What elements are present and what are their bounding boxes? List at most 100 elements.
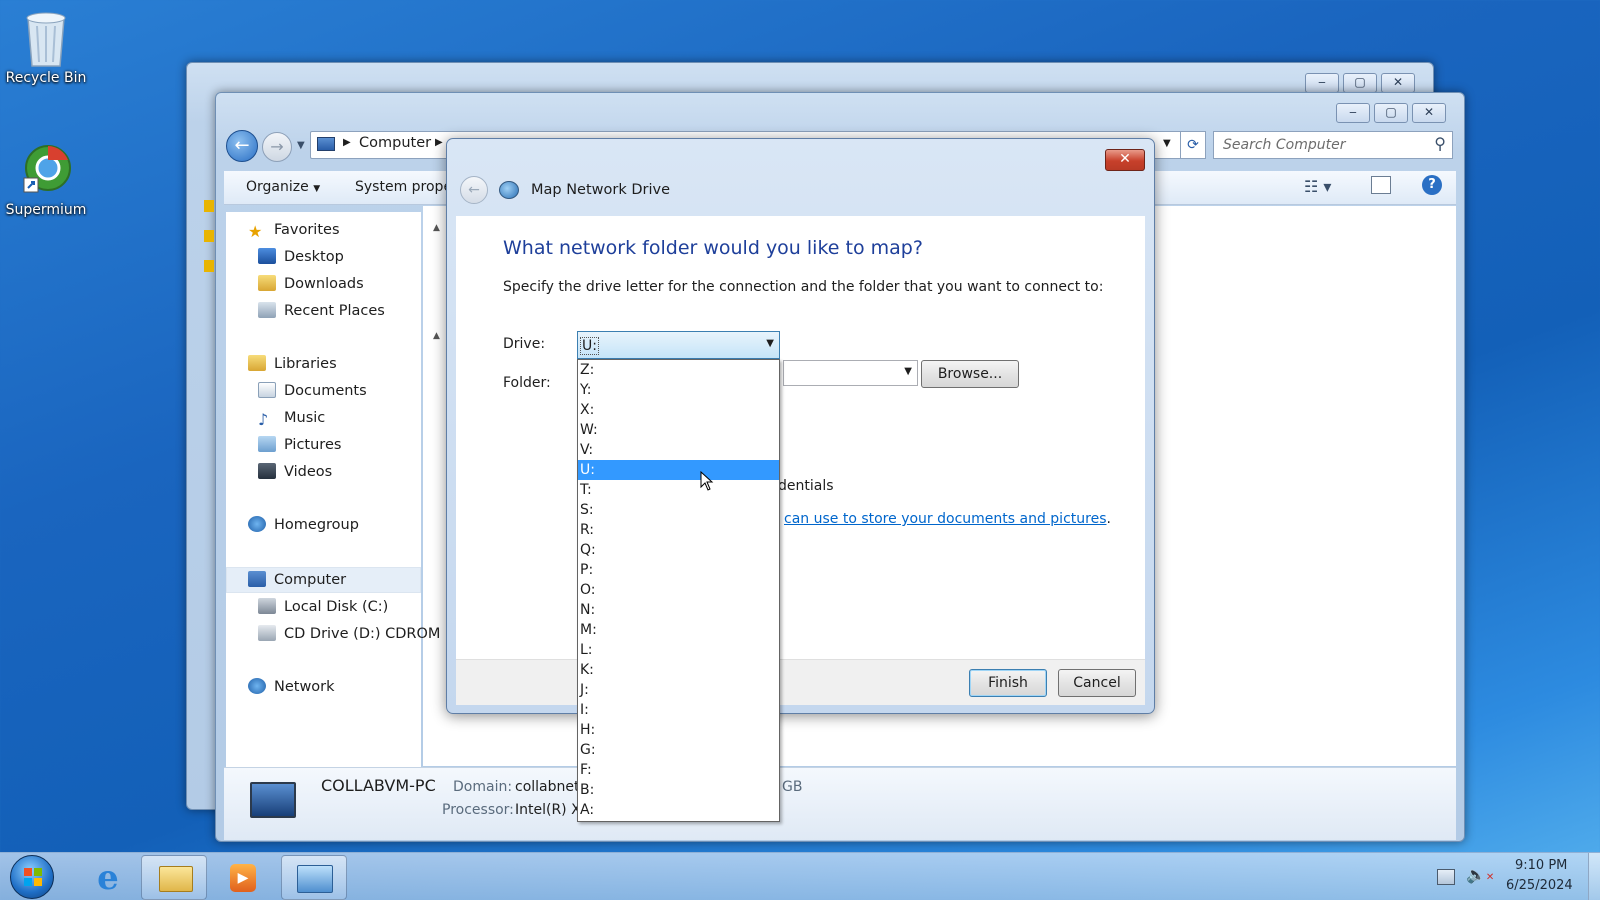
network-drive-icon xyxy=(499,181,519,199)
drive-option[interactable]: F: xyxy=(578,760,779,780)
show-desktop-button[interactable] xyxy=(1588,853,1600,900)
taskbar-internet-explorer[interactable]: e xyxy=(74,855,140,900)
videos-icon xyxy=(258,463,276,479)
nav-pictures[interactable]: Pictures xyxy=(258,432,341,458)
system-properties-button[interactable]: System prope xyxy=(355,179,452,195)
nav-recent-places[interactable]: Recent Places xyxy=(258,298,385,324)
drive-option[interactable]: A: xyxy=(578,800,779,820)
recycle-bin-desktop-icon[interactable]: Recycle Bin xyxy=(0,8,94,86)
drive-option[interactable]: W: xyxy=(578,420,779,440)
storage-link[interactable]: can use to store your documents and pict… xyxy=(784,511,1107,527)
nav-videos[interactable]: Videos xyxy=(258,459,332,485)
dialog-back-button[interactable]: ← xyxy=(460,176,488,204)
computer-large-icon xyxy=(250,782,296,818)
refresh-button[interactable]: ⟳ xyxy=(1180,131,1206,159)
drive-option[interactable]: J: xyxy=(578,680,779,700)
nav-label: Documents xyxy=(284,383,367,399)
drive-option[interactable]: O: xyxy=(578,580,779,600)
pc-name: COLLABVM-PC xyxy=(321,776,436,795)
recent-pages-chevron-icon[interactable]: ▼ xyxy=(297,140,305,151)
nav-homegroup[interactable]: Homegroup xyxy=(248,512,359,538)
taskbar-media-player[interactable]: ▶ xyxy=(208,855,274,900)
change-view-icon[interactable]: ☷ ▾ xyxy=(1304,177,1331,196)
drive-option[interactable]: Z: xyxy=(578,360,779,380)
close-button[interactable]: ✕ xyxy=(1381,73,1415,93)
arrow-right-icon: → xyxy=(270,137,284,156)
clock-time[interactable]: 9:10 PM xyxy=(1515,858,1567,873)
browse-button[interactable]: Browse... xyxy=(921,360,1019,388)
network-status-icon[interactable] xyxy=(1437,869,1455,885)
drive-option[interactable]: G: xyxy=(578,740,779,760)
clock-date[interactable]: 6/25/2024 xyxy=(1506,878,1573,893)
drive-option[interactable]: H: xyxy=(578,720,779,740)
cancel-button[interactable]: Cancel xyxy=(1058,669,1136,697)
drive-option[interactable]: I: xyxy=(578,700,779,720)
organize-menu[interactable]: Organize ▼ xyxy=(246,179,320,195)
pictures-icon xyxy=(258,436,276,452)
volume-muted-icon[interactable]: 🔈✕ xyxy=(1466,865,1494,884)
supermium-browser-icon xyxy=(20,140,72,198)
search-box[interactable]: Search Computer ⚲ xyxy=(1213,131,1453,159)
nav-label: Network xyxy=(274,679,335,695)
minimize-button[interactable]: ‒ xyxy=(1305,73,1339,93)
drive-option[interactable]: Q: xyxy=(578,540,779,560)
nav-desktop[interactable]: Desktop xyxy=(258,244,344,270)
arrow-left-icon: ← xyxy=(468,182,480,198)
close-button[interactable]: ✕ xyxy=(1412,103,1446,123)
maximize-button[interactable]: ▢ xyxy=(1343,73,1377,93)
nav-scroll-up-icon[interactable]: ▲ xyxy=(433,223,440,233)
drive-option[interactable]: S: xyxy=(578,500,779,520)
star-icon: ★ xyxy=(248,222,263,241)
desktop-icon xyxy=(258,248,276,264)
drive-option[interactable]: N: xyxy=(578,600,779,620)
drive-option[interactable]: T: xyxy=(578,480,779,500)
drive-dropdown-list: Z: Y: X: W: V: U: T: S: R: Q: P: O: N: M: L: K: J: I: H: G:… xyxy=(577,359,780,822)
drive-option[interactable]: P: xyxy=(578,560,779,580)
nav-computer[interactable]: Computer xyxy=(248,567,346,593)
drive-option[interactable]: V: xyxy=(578,440,779,460)
maximize-button[interactable]: ▢ xyxy=(1374,103,1408,123)
start-button[interactable] xyxy=(10,855,54,899)
domain-label: Domain: xyxy=(453,779,513,795)
drive-option[interactable]: Y: xyxy=(578,380,779,400)
music-icon: ♪ xyxy=(258,410,269,429)
drive-option[interactable]: K: xyxy=(578,660,779,680)
homegroup-icon xyxy=(248,516,266,532)
dialog-close-button[interactable]: ✕ xyxy=(1105,149,1145,171)
nav-network[interactable]: Network xyxy=(248,674,335,700)
search-input[interactable]: Search Computer xyxy=(1223,137,1345,153)
drive-option[interactable]: B: xyxy=(578,780,779,800)
media-player-icon: ▶ xyxy=(230,864,256,892)
domain-value: collabnet xyxy=(515,779,580,795)
address-dropdown-icon[interactable]: ▼ xyxy=(1163,138,1171,149)
nav-favorites[interactable]: ★ Favorites xyxy=(248,217,340,243)
taskbar-map-drive-window[interactable] xyxy=(281,855,347,900)
nav-downloads[interactable]: Downloads xyxy=(258,271,364,297)
recycle-bin-icon xyxy=(20,8,72,67)
help-icon[interactable]: ? xyxy=(1422,175,1442,195)
taskbar-file-explorer[interactable] xyxy=(141,855,207,900)
drive-option[interactable]: L: xyxy=(578,640,779,660)
nav-music[interactable]: ♪ Music xyxy=(258,405,325,431)
search-icon: ⚲ xyxy=(1434,134,1446,153)
drive-option[interactable]: U: xyxy=(578,460,779,480)
nav-cd-drive[interactable]: CD Drive (D:) CDROM xyxy=(258,621,448,647)
supermium-desktop-icon[interactable]: Supermium xyxy=(0,140,94,218)
finish-button[interactable]: Finish xyxy=(969,669,1047,697)
nav-scroll-up-icon[interactable]: ▲ xyxy=(433,331,440,341)
forward-button[interactable]: → xyxy=(262,132,292,162)
drive-combobox[interactable]: U: ▼ xyxy=(577,331,780,359)
breadcrumb-computer[interactable]: Computer xyxy=(359,135,431,151)
preview-pane-icon[interactable] xyxy=(1371,176,1391,194)
minimize-button[interactable]: ‒ xyxy=(1336,103,1370,123)
nav-libraries[interactable]: Libraries xyxy=(248,351,337,377)
nav-documents[interactable]: Documents xyxy=(258,378,367,404)
back-window-icons xyxy=(204,200,214,310)
nav-label: Downloads xyxy=(284,276,364,292)
nav-local-disk[interactable]: Local Disk (C:) xyxy=(258,594,388,620)
drive-option[interactable]: R: xyxy=(578,520,779,540)
back-button[interactable]: ← xyxy=(226,130,258,162)
folder-combobox[interactable]: ▼ xyxy=(783,360,918,386)
drive-option[interactable]: X: xyxy=(578,400,779,420)
drive-option[interactable]: M: xyxy=(578,620,779,640)
